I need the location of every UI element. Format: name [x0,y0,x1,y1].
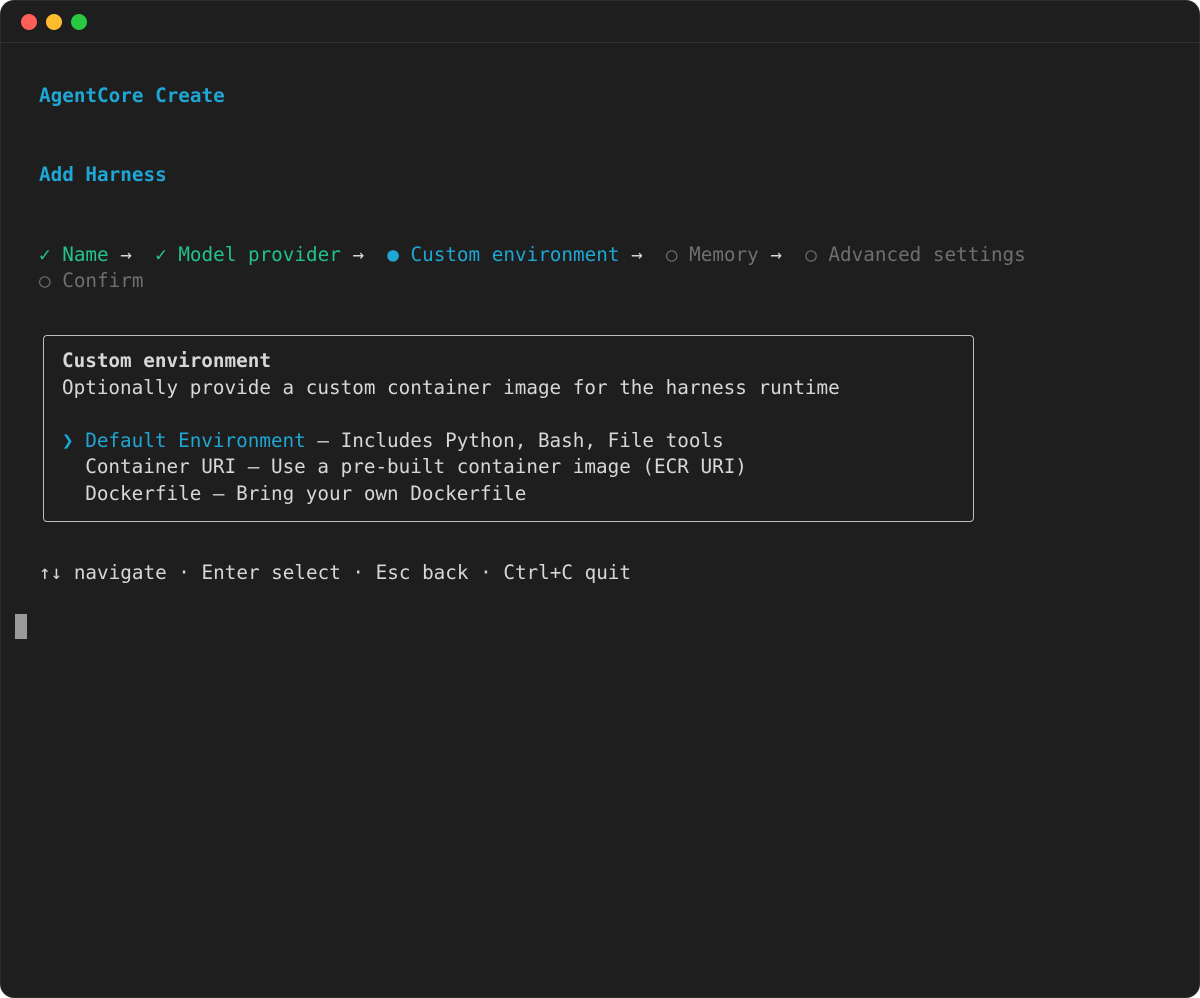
selection-panel: Custom environment Optionally provide a … [43,335,974,522]
arrow-right-icon: → [631,243,643,266]
keyboard-help: ↑↓ navigate · Enter select · Esc back · … [39,561,632,584]
step-name: ✓ Name [39,243,109,266]
close-window-button[interactable] [21,14,37,30]
option-description: – Bring your own Dockerfile [201,482,527,505]
minimize-window-button[interactable] [46,14,62,30]
panel-title: Custom environment [62,349,271,372]
step-advanced-settings: ○ Advanced settings [805,243,1026,266]
app-title: AgentCore Create [39,84,225,107]
arrow-right-icon: → [770,243,782,266]
option-dockerfile[interactable]: Dockerfile – Bring your own Dockerfile [62,481,526,507]
check-icon: ✓ [155,243,167,266]
terminal-cursor [15,614,27,639]
terminal-window: AgentCore Create Add Harness ✓ Name → ✓ … [0,0,1200,998]
check-icon: ✓ [39,243,51,266]
empty-circle-icon: ○ [665,243,678,266]
option-description: – Includes Python, Bash, File tools [305,429,724,452]
empty-circle-icon: ○ [805,243,817,266]
step-label: Custom environment [410,243,620,266]
arrow-right-icon: → [352,243,365,266]
title-bar [1,1,1199,43]
maximize-window-button[interactable] [71,14,87,30]
page-title: Add Harness [39,163,167,186]
option-label: Container URI [85,455,237,478]
option-container-uri[interactable]: Container URI – Use a pre-built containe… [62,454,747,480]
arrow-right-icon: → [120,243,132,266]
step-label: Memory [689,243,759,266]
step-label: Name [62,243,109,266]
option-label: Default Environment [85,429,306,452]
filled-circle-icon: ● [387,243,399,266]
step-memory: ○ Memory [666,243,759,266]
step-custom-environment: ● Custom environment [387,243,619,266]
step-confirm: ○ Confirm [39,268,143,294]
option-default-environment[interactable]: ❯ Default Environment – Includes Python,… [62,428,724,454]
step-progress: ✓ Name → ✓ Model provider → ● Custom env… [39,242,1026,268]
step-label: Advanced settings [828,243,1026,266]
option-label: Dockerfile [85,482,202,505]
pointer-icon: ❯ [62,429,74,452]
option-description: – Use a pre-built container image (ECR U… [236,455,747,478]
step-label: Model provider [178,243,341,266]
step-label: Confirm [62,269,144,292]
empty-circle-icon: ○ [39,269,51,292]
panel-description: Optionally provide a custom container im… [62,376,840,399]
step-model-provider: ✓ Model provider [155,243,341,266]
